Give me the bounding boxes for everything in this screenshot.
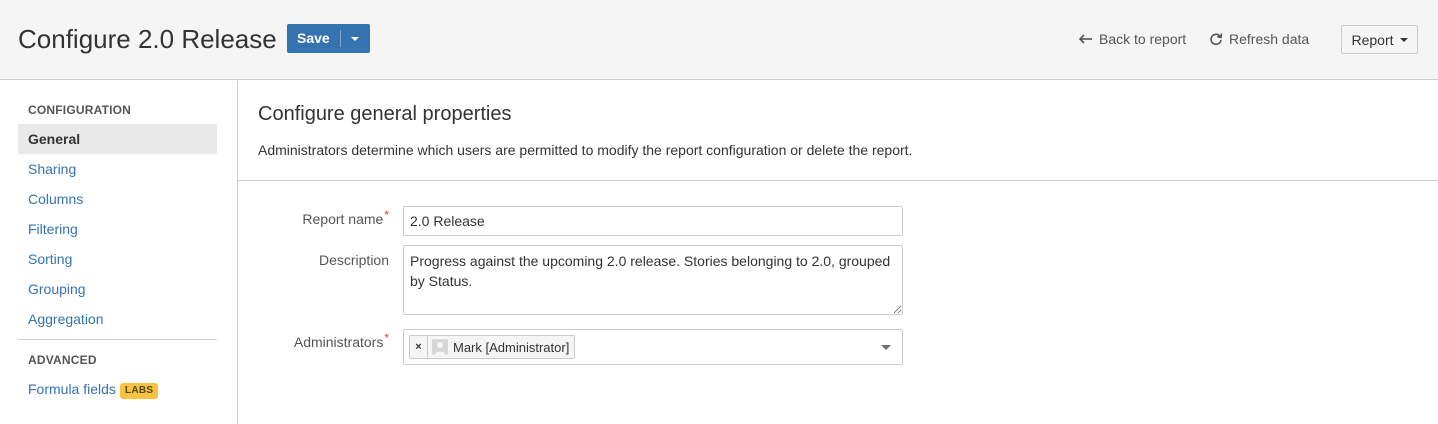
report-name-label: Report name* bbox=[302, 208, 389, 227]
save-options-button[interactable] bbox=[341, 24, 370, 53]
page-header: Configure 2.0 Release Save Back to repor… bbox=[0, 0, 1438, 80]
back-arrow-icon bbox=[1079, 34, 1092, 44]
labs-badge: LABS bbox=[119, 383, 159, 399]
sidebar-item-formula-fields[interactable]: Formula fields LABS bbox=[18, 374, 217, 404]
chevron-down-icon bbox=[1399, 37, 1408, 42]
description-textarea[interactable]: Progress against the upcoming 2.0 releas… bbox=[403, 245, 903, 315]
refresh-data-label: Refresh data bbox=[1229, 31, 1310, 47]
advanced-heading: ADVANCED bbox=[28, 353, 97, 367]
remove-chip-button[interactable]: × bbox=[410, 336, 428, 358]
configuration-heading: CONFIGURATION bbox=[28, 103, 132, 117]
main-content: Configure general properties Administrat… bbox=[238, 81, 1438, 424]
chevron-down-icon[interactable] bbox=[881, 345, 891, 350]
back-to-report-link[interactable]: Back to report bbox=[1079, 31, 1186, 47]
required-marker: * bbox=[384, 208, 389, 222]
section-divider bbox=[238, 180, 1438, 181]
section-description: Administrators determine which users are… bbox=[258, 142, 913, 158]
description-label: Description bbox=[318, 252, 389, 268]
config-sidebar: CONFIGURATION General Sharing Columns Fi… bbox=[0, 81, 238, 424]
administrator-chip: × Mark [Administrator] bbox=[409, 335, 576, 359]
page-title: Configure 2.0 Release bbox=[18, 24, 277, 54]
refresh-data-link[interactable]: Refresh data bbox=[1209, 31, 1309, 47]
administrators-label: Administrators* bbox=[293, 331, 389, 350]
save-button[interactable]: Save bbox=[287, 30, 341, 47]
administrators-label-text: Administrators bbox=[293, 334, 384, 350]
report-name-input[interactable] bbox=[403, 206, 903, 236]
sidebar-divider bbox=[18, 339, 217, 340]
sidebar-item-aggregation[interactable]: Aggregation bbox=[18, 304, 217, 334]
save-button-group: Save bbox=[287, 24, 370, 53]
avatar-icon bbox=[432, 339, 448, 355]
refresh-icon bbox=[1210, 33, 1223, 46]
report-button-label: Report bbox=[1351, 31, 1394, 48]
section-title: Configure general properties bbox=[258, 103, 512, 125]
sidebar-item-filtering[interactable]: Filtering bbox=[18, 214, 217, 244]
back-to-report-label: Back to report bbox=[1099, 31, 1187, 47]
report-name-label-text: Report name bbox=[302, 211, 384, 227]
sidebar-item-sharing[interactable]: Sharing bbox=[18, 154, 217, 184]
required-marker: * bbox=[384, 331, 389, 345]
sidebar-item-general[interactable]: General bbox=[18, 124, 217, 154]
sidebar-item-grouping[interactable]: Grouping bbox=[18, 274, 217, 304]
administrator-chip-label: Mark [Administrator] bbox=[453, 339, 570, 355]
sidebar-item-label: Formula fields bbox=[28, 381, 116, 397]
sidebar-item-sorting[interactable]: Sorting bbox=[18, 244, 217, 274]
report-dropdown-button[interactable]: Report bbox=[1341, 25, 1418, 54]
administrators-select[interactable]: × Mark [Administrator] bbox=[403, 329, 903, 365]
sidebar-item-columns[interactable]: Columns bbox=[18, 184, 217, 214]
chevron-down-icon bbox=[351, 36, 360, 41]
